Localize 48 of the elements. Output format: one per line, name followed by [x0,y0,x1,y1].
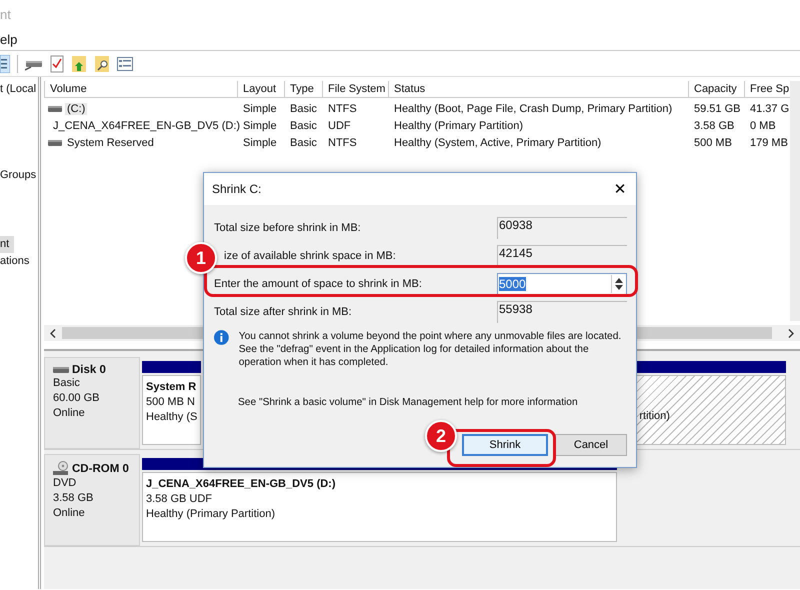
disk-info: DVD [53,476,78,491]
disk-info: 3.58 GB [53,491,94,506]
readonly-field: 42145 [497,245,627,267]
partition-info: 500 MB N [146,395,196,410]
readonly-field: 55938 [497,301,627,323]
table-cell-text: System Reserved [66,136,155,148]
table-cell: 179 MB [750,136,788,148]
partition-info: 3.58 GB UDF [146,492,214,507]
table-cell: 500 MB [694,136,732,148]
partition-title: J_CENA_X64FREE_EN-GB_DV5 (D:) [146,477,336,492]
partition-info: Healthy (Primary Partition) [146,507,276,522]
table-cell: Simple [243,136,277,148]
table-cell: NTFS [328,136,357,148]
info-text: You cannot shrink a volume beyond the point where any unmovable files are located. See the "defrag" event in the Application log for detailed information about the operation when it has completed. [238,330,622,369]
table-cell: 41.37 G [750,102,790,114]
table-cell-text: J_CENA_X64FREE_EN-GB_DV5 (D:) [52,120,242,132]
disk-name: Disk 0 [72,364,106,376]
table-cell: UDF [328,120,351,132]
field-label: Enter the amount of space to shrink in MB: [214,278,422,290]
table-cell: NTFS [328,102,357,114]
table-cell: Basic [290,136,317,148]
disk-name: CD-ROM 0 [72,462,129,474]
table-cell: Healthy (Boot, Page File, Crash Dump, Primary Partition) [394,102,672,114]
partition-title: System R [146,380,198,395]
disk-info: Basic [53,376,81,391]
table-cell: Healthy (Primary Partition) [394,120,523,132]
disk-info: Online [53,406,86,421]
partition-info: rtition) [639,409,671,424]
table-cell: Healthy (System, Active, Primary Partition) [394,136,602,148]
table-cell: 3.58 GB [694,120,734,132]
partition-info: Healthy (S [146,410,198,425]
table-cell: Simple [243,102,277,114]
help-text: See "Shrink a basic volume" in Disk Management help for more information [238,397,579,408]
table-cell: Basic [290,102,317,114]
disk-info: 60.00 GB [53,391,100,406]
table-cell: Simple [243,120,277,132]
table-cell: Basic [290,120,317,132]
field-label: Total size before shrink in MB: [214,222,361,234]
field-label: ize of available shrink space in MB: [223,250,396,262]
table-cell: 0 MB [750,120,776,132]
window-title: nt [0,6,11,22]
disk-info: Online [53,506,86,521]
step-badge: 1 [185,242,217,274]
dialog-title: Shrink C: [212,182,262,196]
readonly-field: 60938 [497,217,627,239]
table-cell: (C:) [65,102,88,114]
field-label: Total size after shrink in MB: [214,306,352,318]
table-cell: 59.51 GB [694,102,740,114]
